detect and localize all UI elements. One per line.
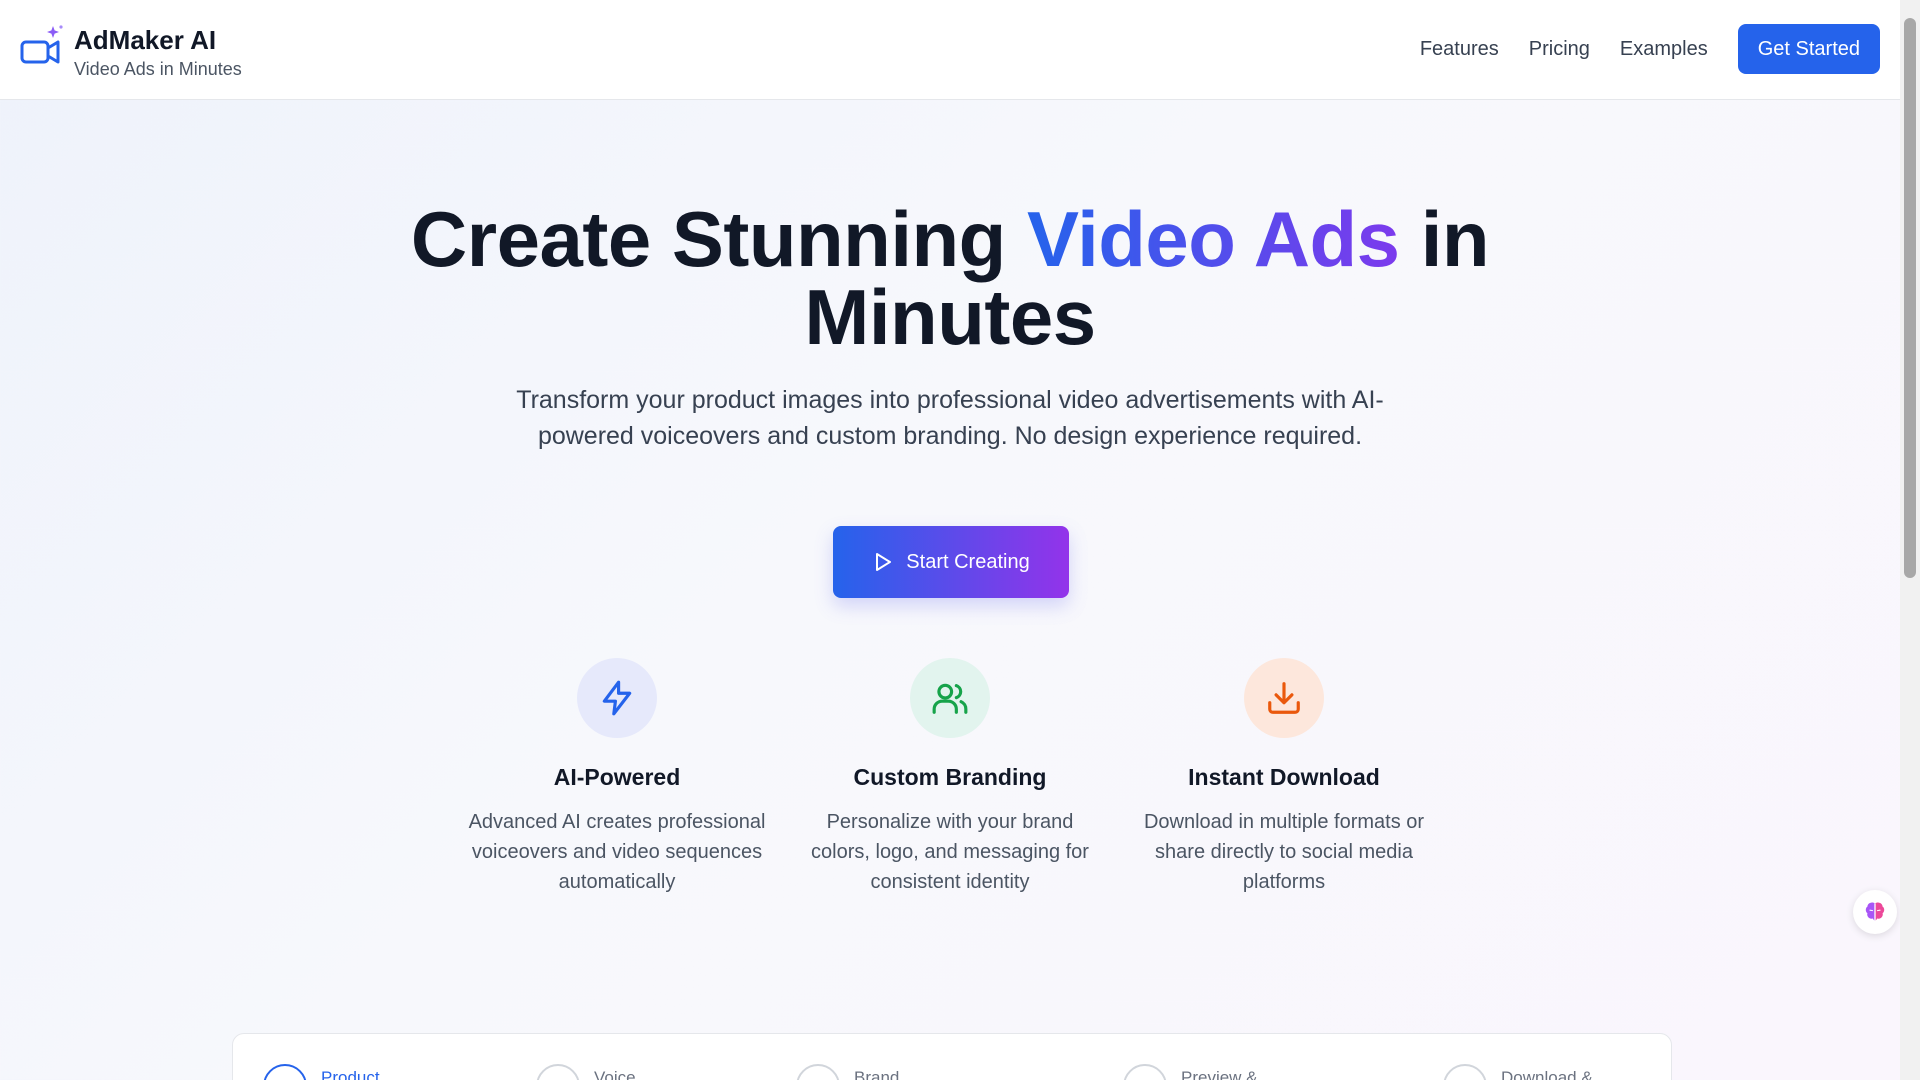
feature-title: AI-Powered [553,764,681,790]
feature-description: Personalize with your brand colors, logo… [811,811,1089,893]
step-indicator [1443,1064,1487,1080]
play-icon [876,553,892,571]
step-indicator [536,1064,580,1080]
nav-link-examples[interactable]: Examples [1620,38,1708,61]
hero-title-part1: Create Stunning [410,195,1027,283]
page-scrollbar[interactable] [1900,0,1920,1080]
download-icon [1268,682,1300,714]
step-label: Download & [1501,1068,1593,1080]
brand-title: AdMaker AI [74,25,217,55]
feature-title: Instant Download [1188,764,1380,790]
step-indicator [796,1064,840,1080]
step-brand[interactable]: Brand [796,1064,899,1080]
step-preview[interactable]: Preview & [1123,1064,1258,1080]
hero-description: Transform your product images into profe… [516,386,1384,450]
floating-assistant-button[interactable] [1853,890,1897,934]
feature-instant-download: Instant Download Download in multiple fo… [1134,658,1434,897]
step-product[interactable]: Product [263,1064,380,1080]
step-indicator [1123,1064,1167,1080]
feature-description: Advanced AI creates professional voiceov… [468,811,766,893]
brand[interactable]: AdMaker AI Video Ads in Minutes [20,24,242,81]
hero-title-line2: Minutes [804,273,1096,361]
step-voice[interactable]: Voice [536,1064,636,1080]
feature-icon-circle [1244,658,1324,738]
hero-title-highlight: Video Ads [1026,195,1400,283]
step-label: Product [321,1068,380,1080]
nav-link-pricing[interactable]: Pricing [1529,38,1590,61]
feature-icon-circle [910,658,990,738]
start-creating-label: Start Creating [906,550,1030,573]
feature-icon-circle [577,658,657,738]
video-camera-sparkle-icon [20,24,64,68]
brand-subtitle: Video Ads in Minutes [74,59,242,79]
get-started-button[interactable]: Get Started [1737,24,1880,74]
users-icon [932,683,968,714]
feature-title: Custom Branding [853,764,1047,790]
steps-progress-card: Product Voice Brand Preview & Download & [232,1033,1672,1080]
feature-custom-branding: Custom Branding Personalize with your br… [800,658,1100,897]
feature-ai-powered: AI-Powered Advanced AI creates professio… [467,658,767,897]
start-creating-button[interactable]: Start Creating [833,526,1069,598]
hero-title: Create Stunning Video Ads in Minutes [0,200,1900,356]
nav-link-features[interactable]: Features [1420,38,1499,61]
lightning-bolt-icon [602,680,632,716]
hero-title-part2: in [1399,195,1490,283]
step-indicator [263,1064,307,1080]
top-header: AdMaker AI Video Ads in Minutes Features… [0,0,1900,100]
step-label: Brand [854,1068,900,1080]
brain-icon [1865,902,1885,921]
step-download[interactable]: Download & [1443,1064,1593,1080]
feature-description: Download in multiple formats or share di… [1143,811,1425,893]
step-label: Voice [594,1068,636,1080]
main-nav: Features Pricing Examples Get Started [1420,24,1880,74]
step-label: Preview & [1181,1068,1258,1080]
scrollbar-thumb[interactable] [1904,18,1916,578]
